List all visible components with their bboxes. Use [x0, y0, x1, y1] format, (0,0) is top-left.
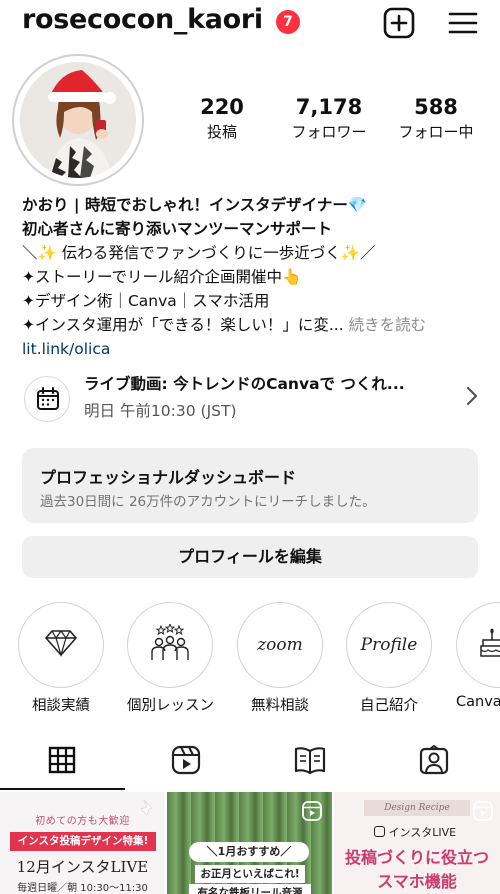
- highlight-label: Canva: [456, 694, 500, 710]
- post-text: 投稿づくりに役立つ: [344, 848, 489, 867]
- bio-name-line: かおり | 時短でおしゃれ！インスタデザイナー💎: [22, 196, 368, 214]
- highlight-item[interactable]: Canva: [456, 602, 500, 710]
- post-text: お正月といえばこれ!: [195, 865, 305, 883]
- post-thumbnail[interactable]: Design Recipe インスタLIVE 投稿づくりに役立つ スマホ機能: [334, 792, 500, 894]
- dashboard-title: プロフェッショナルダッシュボード: [40, 468, 297, 487]
- reels-icon: [171, 745, 201, 779]
- highlight-cover: [127, 602, 213, 688]
- scheduled-live-card[interactable]: ライブ動画: 今トレンドのCanvaで つくれ... 明日 午前10:30 (J…: [22, 366, 482, 426]
- pin-icon: [136, 798, 158, 820]
- highlight-label: 自己紹介: [360, 698, 418, 714]
- post-text: 12月インスタLIVE: [16, 858, 149, 876]
- highlight-cover-text: Profile: [360, 635, 418, 655]
- grid-icon: [48, 746, 76, 778]
- tagged-tab[interactable]: [414, 742, 454, 782]
- highlight-cover-text: zoom: [257, 635, 303, 655]
- bio-link[interactable]: lit.link/olica: [22, 340, 110, 358]
- bio-line: ✦ストーリーでリール紹介企画開催中👆: [22, 268, 302, 286]
- edit-profile-button[interactable]: プロフィールを編集: [22, 536, 478, 578]
- highlight-cover: [18, 602, 104, 688]
- instagram-icon: [374, 826, 385, 837]
- posts-count: 220: [200, 95, 244, 119]
- bio-line-truncated: ✦インスタ運用が「できる！楽しい！」に変... 続きを読む: [22, 313, 492, 337]
- following-count: 588: [414, 95, 458, 119]
- people-stars-icon: [148, 622, 192, 666]
- grid-tab[interactable]: [42, 742, 82, 782]
- bio-line: ＼✨ 伝わる発信でファンづくりに一歩近づく✨／: [22, 244, 376, 262]
- highlight-cover: zoom: [237, 602, 323, 688]
- diamond-icon: [44, 629, 78, 661]
- post-text: Design Recipe: [364, 800, 470, 816]
- post-text: 有名な鉄板リール音源: [189, 884, 311, 894]
- highlight-item[interactable]: Profile 自己紹介: [346, 602, 432, 715]
- cake-icon: [479, 628, 500, 662]
- highlight-label: 無料相談: [251, 698, 309, 714]
- professional-dashboard[interactable]: プロフェッショナルダッシュボード 過去30日間に 26万件のアカウントにリーチし…: [22, 448, 478, 523]
- active-tab-indicator: [0, 788, 125, 790]
- highlight-item[interactable]: 個別レッスン: [127, 602, 214, 715]
- highlight-item[interactable]: zoom 無料相談: [237, 602, 323, 715]
- bio-line-text: ✦インスタ運用が「できる！楽しい！」に変...: [22, 316, 344, 334]
- post-text: インスタLIVE: [388, 826, 457, 839]
- profile-bio: かおり | 時短でおしゃれ！インスタデザイナー💎 初心者さんに寄り添いマンツーマ…: [22, 193, 492, 361]
- highlight-cover: [456, 602, 500, 688]
- highlight-item[interactable]: 相談実績: [18, 602, 104, 715]
- reel-badge-icon: [472, 800, 494, 822]
- following-stat[interactable]: 588 フォロー中: [381, 95, 491, 142]
- posts-stat[interactable]: 220 投稿: [167, 95, 277, 142]
- notification-badge[interactable]: 7: [276, 10, 300, 34]
- post-thumbnail[interactable]: ＼1月おすすめ／ お正月といえばこれ! 有名な鉄板リール音源: [167, 792, 332, 894]
- followers-count: 7,178: [295, 95, 363, 119]
- reel-badge-icon: [301, 800, 323, 822]
- live-time: 明日 午前10:30 (JST): [84, 402, 237, 420]
- live-title: ライブ動画: 今トレンドのCanvaで つくれ...: [84, 375, 405, 393]
- bio-tagline: 初心者さんに寄り添いマンツーマンサポート: [22, 220, 333, 238]
- post-text: 毎週日曜／朝 10:30〜11:30: [17, 883, 148, 894]
- tagged-person-icon: [419, 744, 449, 779]
- create-post-icon[interactable]: [382, 6, 416, 40]
- followers-label: フォロワー: [291, 123, 367, 141]
- profile-username[interactable]: rosecocon_kaori: [22, 4, 263, 35]
- highlight-label: 相談実績: [32, 698, 90, 714]
- post-thumbnail[interactable]: 初めての方も大歓迎 インスタ投稿デザイン特集! 12月インスタLIVE 毎週日曜…: [0, 792, 165, 894]
- post-live-row: インスタLIVE: [374, 824, 474, 840]
- guide-book-icon: [294, 745, 326, 779]
- following-label: フォロー中: [398, 123, 474, 141]
- highlight-label: 個別レッスン: [127, 698, 214, 714]
- post-text: スマホ機能: [377, 872, 457, 891]
- followers-stat[interactable]: 7,178 フォロワー: [274, 95, 384, 142]
- chevron-right-icon: [462, 384, 482, 408]
- highlight-cover: Profile: [346, 602, 432, 688]
- post-text: インスタ投稿デザイン特集!: [10, 832, 156, 851]
- posts-label: 投稿: [206, 123, 237, 141]
- post-text: ＼1月おすすめ／: [189, 842, 309, 862]
- calendar-icon: [24, 376, 70, 422]
- bio-line: ✦デザイン術｜Canva｜スマホ活用: [22, 292, 270, 310]
- read-more-link[interactable]: 続きを読む: [349, 316, 427, 334]
- dashboard-subtitle: 過去30日間に 26万件のアカウントにリーチしました。: [40, 494, 376, 510]
- menu-icon[interactable]: [446, 6, 480, 40]
- reels-tab[interactable]: [166, 742, 206, 782]
- avatar[interactable]: [20, 62, 136, 178]
- guides-tab[interactable]: [290, 742, 330, 782]
